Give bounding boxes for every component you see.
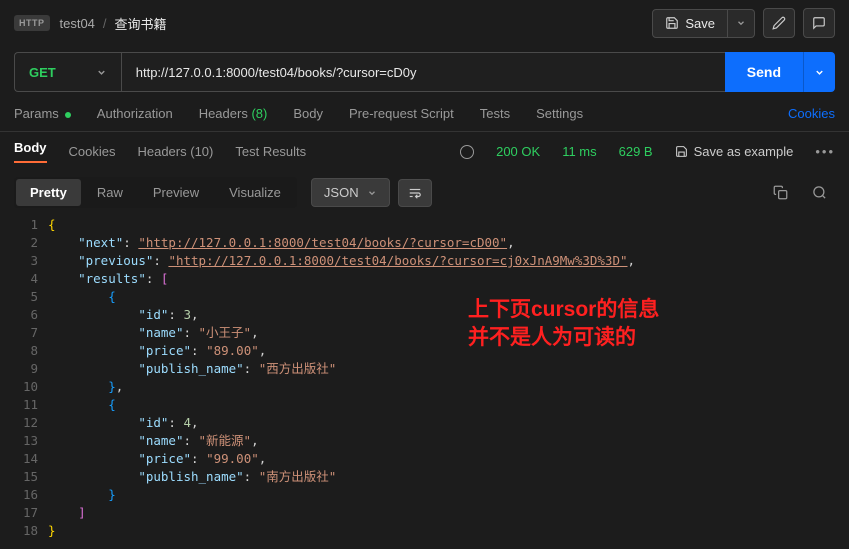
- url-row: GET Send: [0, 46, 849, 106]
- search-button[interactable]: [804, 178, 835, 207]
- params-dot-icon: [65, 112, 71, 118]
- fmt-raw[interactable]: Raw: [83, 179, 137, 206]
- save-as-example[interactable]: Save as example: [675, 144, 794, 159]
- response-tabs: Body Cookies Headers (10) Test Results 2…: [0, 131, 849, 171]
- annotation-overlay: 上下页cursor的信息 并不是人为可读的: [468, 296, 659, 352]
- tab-authorization[interactable]: Authorization: [97, 106, 173, 121]
- request-tabs: Params Authorization Headers (8) Body Pr…: [0, 106, 849, 131]
- edit-button[interactable]: [763, 8, 795, 38]
- chevron-down-icon: [96, 67, 107, 78]
- comment-icon: [812, 16, 826, 30]
- headers-count: (8): [251, 106, 267, 121]
- more-menu[interactable]: •••: [815, 144, 835, 159]
- resp-tab-body[interactable]: Body: [14, 140, 47, 163]
- chevron-down-icon: [367, 188, 377, 198]
- breadcrumb: test04 / 查询书籍: [60, 14, 643, 33]
- send-dropdown[interactable]: [803, 52, 835, 92]
- tab-headers[interactable]: Headers (8): [199, 106, 268, 121]
- http-badge: HTTP: [14, 15, 50, 31]
- save-icon: [675, 145, 688, 158]
- chevron-down-icon: [736, 18, 746, 28]
- status-code: 200 OK: [496, 144, 540, 159]
- wrap-icon: [408, 187, 422, 199]
- tab-tests[interactable]: Tests: [480, 106, 510, 121]
- tab-settings[interactable]: Settings: [536, 106, 583, 121]
- resp-tab-testresults[interactable]: Test Results: [235, 144, 306, 159]
- method-label: GET: [29, 65, 56, 80]
- format-tabs: Pretty Raw Preview Visualize: [14, 177, 297, 208]
- save-label: Save: [685, 16, 715, 31]
- resp-tab-headers[interactable]: Headers (10): [137, 144, 213, 159]
- method-selector[interactable]: GET: [14, 52, 121, 92]
- url-input[interactable]: [121, 52, 725, 92]
- language-selector[interactable]: JSON: [311, 178, 390, 207]
- status-time: 11 ms: [562, 144, 596, 159]
- globe-icon[interactable]: [460, 145, 474, 159]
- save-icon: [665, 16, 679, 30]
- pencil-icon: [772, 16, 786, 30]
- cookies-link[interactable]: Cookies: [788, 106, 835, 121]
- copy-icon: [773, 185, 788, 200]
- wrap-lines-button[interactable]: [398, 179, 432, 207]
- header-actions: Save: [652, 8, 835, 38]
- breadcrumb-current: 查询书籍: [115, 14, 167, 33]
- copy-button[interactable]: [765, 178, 796, 207]
- tab-prerequest[interactable]: Pre-request Script: [349, 106, 454, 121]
- top-header: HTTP test04 / 查询书籍 Save: [0, 0, 849, 46]
- line-gutter: 123456789101112131415161718: [0, 214, 48, 542]
- resp-tab-cookies[interactable]: Cookies: [69, 144, 116, 159]
- send-group: Send: [725, 52, 835, 92]
- status-size: 629 B: [619, 144, 653, 159]
- fmt-preview[interactable]: Preview: [139, 179, 213, 206]
- tab-body[interactable]: Body: [293, 106, 323, 121]
- chevron-down-icon: [814, 67, 825, 78]
- code-content[interactable]: { "next": "http://127.0.0.1:8000/test04/…: [48, 214, 849, 542]
- breadcrumb-parent[interactable]: test04: [60, 16, 95, 31]
- send-button[interactable]: Send: [725, 52, 803, 92]
- fmt-pretty[interactable]: Pretty: [16, 179, 81, 206]
- save-button[interactable]: Save: [652, 9, 728, 38]
- format-row: Pretty Raw Preview Visualize JSON: [0, 171, 849, 214]
- breadcrumb-sep: /: [103, 16, 107, 31]
- save-dropdown[interactable]: [728, 9, 755, 38]
- resp-headers-count: (10): [190, 144, 213, 159]
- response-body: 123456789101112131415161718 { "next": "h…: [0, 214, 849, 548]
- comment-button[interactable]: [803, 8, 835, 38]
- fmt-visualize[interactable]: Visualize: [215, 179, 295, 206]
- search-icon: [812, 185, 827, 200]
- save-button-group: Save: [652, 9, 755, 38]
- tab-params[interactable]: Params: [14, 106, 71, 121]
